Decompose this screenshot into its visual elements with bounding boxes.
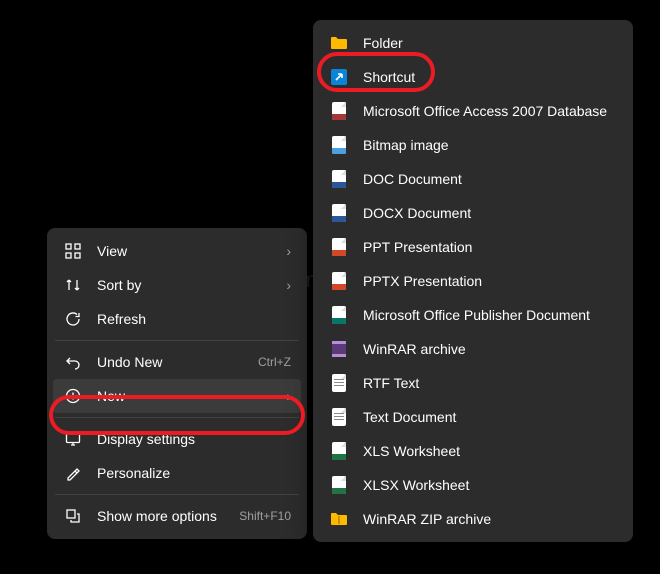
new-docx[interactable]: DOCX Document (319, 196, 627, 230)
sort-icon (63, 275, 83, 295)
xlsx-icon (329, 475, 349, 495)
menu-item-label: Microsoft Office Access 2007 Database (363, 103, 617, 119)
menu-item-label: Personalize (97, 465, 291, 481)
menu-item-label: DOC Document (363, 171, 617, 187)
menu-item-label: Show more options (97, 508, 231, 524)
doc-icon (329, 169, 349, 189)
undo-icon (63, 352, 83, 372)
ppt-icon (329, 237, 349, 257)
new-zip[interactable]: WinRAR ZIP archive (319, 502, 627, 536)
personalize-icon (63, 463, 83, 483)
menu-item-label: Shortcut (363, 69, 617, 85)
folder-icon (329, 33, 349, 53)
new-xlsx[interactable]: XLSX Worksheet (319, 468, 627, 502)
new-icon (63, 386, 83, 406)
menu-item-refresh[interactable]: Refresh (53, 302, 301, 336)
new-rar[interactable]: WinRAR archive (319, 332, 627, 366)
menu-item-label: WinRAR archive (363, 341, 617, 357)
access-icon (329, 101, 349, 121)
bmp-icon (329, 135, 349, 155)
menu-item-sort-by[interactable]: Sort by › (53, 268, 301, 302)
new-doc[interactable]: DOC Document (319, 162, 627, 196)
menu-item-label: PPTX Presentation (363, 273, 617, 289)
menu-item-label: Bitmap image (363, 137, 617, 153)
menu-item-label: New (97, 388, 278, 404)
menu-item-label: Folder (363, 35, 617, 51)
menu-separator (55, 494, 299, 495)
menu-item-label: Microsoft Office Publisher Document (363, 307, 617, 323)
new-txt[interactable]: Text Document (319, 400, 627, 434)
refresh-icon (63, 309, 83, 329)
menu-item-new[interactable]: New › (53, 379, 301, 413)
menu-item-label: WinRAR ZIP archive (363, 511, 617, 527)
view-icon (63, 241, 83, 261)
txt-icon (329, 407, 349, 427)
menu-item-label: Undo New (97, 354, 250, 370)
menu-item-label: Sort by (97, 277, 278, 293)
menu-item-label: PPT Presentation (363, 239, 617, 255)
menu-item-undo-new[interactable]: Undo New Ctrl+Z (53, 345, 301, 379)
display-icon (63, 429, 83, 449)
menu-item-label: View (97, 243, 278, 259)
new-bitmap[interactable]: Bitmap image (319, 128, 627, 162)
menu-item-label: Text Document (363, 409, 617, 425)
shortcut-icon (329, 67, 349, 87)
menu-item-show-more-options[interactable]: Show more options Shift+F10 (53, 499, 301, 533)
menu-item-label: RTF Text (363, 375, 617, 391)
xls-icon (329, 441, 349, 461)
new-pptx[interactable]: PPTX Presentation (319, 264, 627, 298)
chevron-right-icon: › (286, 243, 291, 259)
more-icon (63, 506, 83, 526)
zip-icon (329, 509, 349, 529)
menu-item-display-settings[interactable]: Display settings (53, 422, 301, 456)
menu-item-label: XLS Worksheet (363, 443, 617, 459)
new-publisher[interactable]: Microsoft Office Publisher Document (319, 298, 627, 332)
menu-item-label: XLSX Worksheet (363, 477, 617, 493)
desktop-context-menu: View › Sort by › Refresh Undo New Ctrl+Z (47, 228, 307, 539)
menu-item-label: DOCX Document (363, 205, 617, 221)
new-rtf[interactable]: RTF Text (319, 366, 627, 400)
menu-shortcut: Ctrl+Z (258, 355, 291, 369)
menu-separator (55, 417, 299, 418)
rtf-icon (329, 373, 349, 393)
new-xls[interactable]: XLS Worksheet (319, 434, 627, 468)
new-submenu: Folder Shortcut Microsoft Office Access … (313, 20, 633, 542)
menu-shortcut: Shift+F10 (239, 509, 291, 523)
menu-item-label: Display settings (97, 431, 291, 447)
pptx-icon (329, 271, 349, 291)
new-access-db[interactable]: Microsoft Office Access 2007 Database (319, 94, 627, 128)
menu-separator (55, 340, 299, 341)
docx-icon (329, 203, 349, 223)
pub-icon (329, 305, 349, 325)
new-ppt[interactable]: PPT Presentation (319, 230, 627, 264)
menu-item-personalize[interactable]: Personalize (53, 456, 301, 490)
menu-item-label: Refresh (97, 311, 291, 327)
rar-icon (329, 339, 349, 359)
chevron-right-icon: › (286, 277, 291, 293)
new-folder[interactable]: Folder (319, 26, 627, 60)
chevron-right-icon: › (286, 388, 291, 404)
menu-item-view[interactable]: View › (53, 234, 301, 268)
new-shortcut[interactable]: Shortcut (319, 60, 627, 94)
